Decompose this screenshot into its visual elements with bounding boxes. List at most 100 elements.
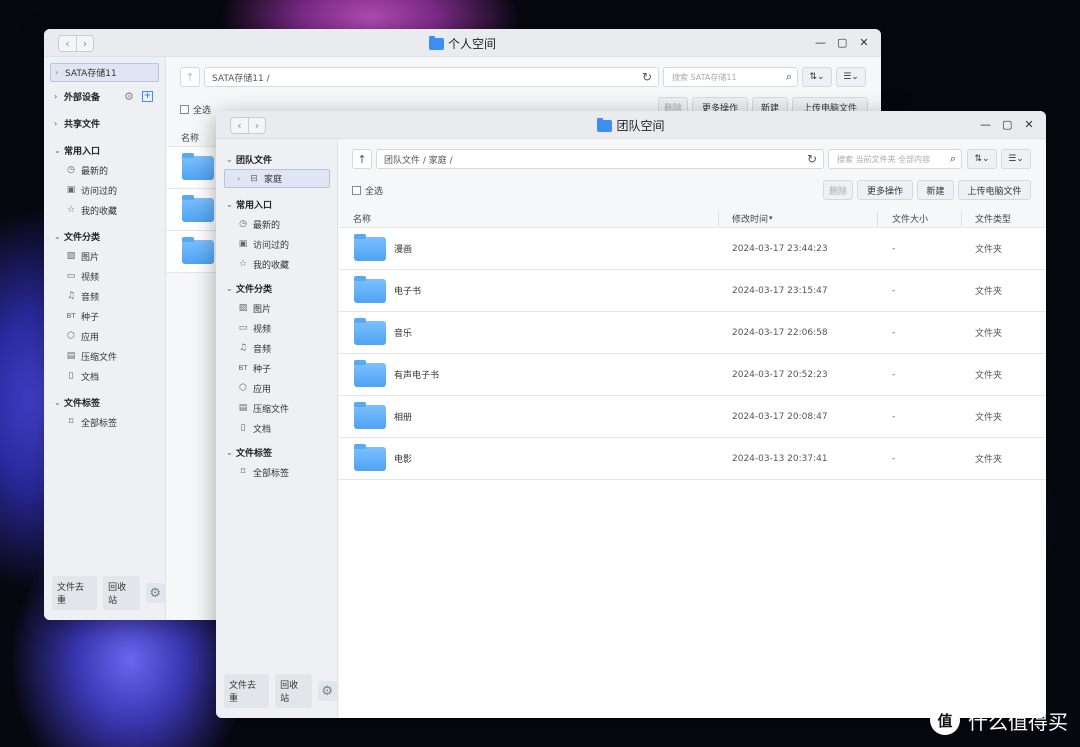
table-row[interactable]: 电影 2024-03-13 20:37:41 - 文件夹 [339,438,1046,480]
sidebar-item-archives[interactable]: ▤ 压缩文件 [44,346,165,366]
table-row[interactable]: 电子书 2024-03-17 23:15:47 - 文件夹 [339,270,1046,312]
window-title: 团队空间 [216,117,1046,134]
sidebar-item-sata[interactable]: › SATA存储11 [50,63,159,82]
sidebar-item-family[interactable]: › ⊟ 家庭 [224,169,330,188]
select-all[interactable]: 全选 [180,103,211,116]
file-name: 漫画 [394,245,413,255]
table-row[interactable]: 相册 2024-03-17 20:08:47 - 文件夹 [339,396,1046,438]
gear-icon[interactable]: ⚙ [124,90,134,103]
path-bar[interactable]: SATA存储11 / ↻ [204,67,659,87]
search-input[interactable]: 搜索 SATA存储11 ⌕ [663,67,798,87]
sidebar-item-apps[interactable]: ⬡ 应用 [44,326,165,346]
sidebar-item-label: 音频 [253,344,272,355]
file-modified: 2024-03-17 23:15:47 [732,285,828,296]
search-input[interactable]: 搜索 当前文件夹 全部内容 ⌕ [828,149,962,169]
sidebar-item-archives[interactable]: ▤ 压缩文件 [216,398,337,418]
sidebar: › SATA存储11 › 外部设备 ⚙ + › 共享文件 ⌄ 常用入口 ◷ 最新的… [44,57,166,620]
search-icon[interactable]: ⌕ [950,152,956,166]
sidebar-group-ext-devices[interactable]: › 外部设备 ⚙ + [44,86,165,106]
recycle-bin-button[interactable]: 回收站 [103,576,140,610]
recycle-bin-button[interactable]: 回收站 [275,674,312,708]
archive-icon: ▤ [66,351,76,361]
minimize-icon[interactable]: — [815,36,826,49]
team-folder-icon [597,117,613,132]
sidebar-group-team[interactable]: ⌄ 团队文件 [216,149,337,169]
sidebar-item-torrents[interactable]: BT 种子 [216,358,337,378]
new-button[interactable]: 新建 [917,180,954,200]
column-header-size[interactable]: 文件大小 [892,212,928,225]
maximize-icon[interactable]: ▢ [1002,118,1012,131]
sidebar-group-category[interactable]: ⌄ 文件分类 [44,226,165,246]
view-mode-button[interactable]: ☰⌄ [836,67,866,87]
sidebar-item-docs[interactable]: ▯ 文档 [216,418,337,438]
sidebar-item-images[interactable]: ▨ 图片 [44,246,165,266]
select-all-label: 全选 [193,106,212,116]
sidebar-item-label: 视频 [253,324,272,335]
sidebar-item-favorites[interactable]: ☆ 我的收藏 [216,254,337,274]
file-modified: 2024-03-17 22:06:58 [732,327,828,338]
file-type: 文件夹 [975,287,1003,297]
up-directory-button[interactable]: ↑ [352,149,372,169]
sidebar-item-torrents[interactable]: BT 种子 [44,306,165,326]
sidebar-item-audio[interactable]: ♫ 音频 [216,338,337,358]
path-bar[interactable]: 团队文件 / 家庭 / ↻ [376,149,824,169]
dedupe-button[interactable]: 文件去重 [224,674,270,708]
close-icon[interactable]: ✕ [1024,118,1034,131]
sidebar-item-all-tags[interactable]: ⌑ 全部标签 [216,462,337,482]
search-icon[interactable]: ⌕ [786,70,792,84]
sidebar-item-visited[interactable]: ▣ 访问过的 [216,234,337,254]
window-controls: — ▢ ✕ [815,36,869,49]
upload-button[interactable]: 上传电脑文件 [958,180,1031,200]
sidebar-item-images[interactable]: ▨ 图片 [216,298,337,318]
column-header-name[interactable]: 名称 [353,212,371,225]
sidebar-item-docs[interactable]: ▯ 文档 [44,366,165,386]
sidebar-item-recent[interactable]: ◷ 最新的 [44,160,165,180]
refresh-icon[interactable]: ↻ [807,152,817,166]
sidebar-item-favorites[interactable]: ☆ 我的收藏 [44,200,165,220]
sidebar-item-audio[interactable]: ♫ 音频 [44,286,165,306]
sidebar-group-tags[interactable]: ⌄ 文件标签 [216,442,337,462]
sidebar-item-visited[interactable]: ▣ 访问过的 [44,180,165,200]
more-actions-button[interactable]: 更多操作 [857,180,913,200]
sidebar-item-apps[interactable]: ⬡ 应用 [216,378,337,398]
folder-icon [182,152,214,180]
select-all-checkbox[interactable] [352,186,361,195]
add-icon[interactable]: + [142,90,153,102]
table-row[interactable]: 漫画 2024-03-17 23:44:23 - 文件夹 [339,228,1046,270]
sidebar-group-common[interactable]: ⌄ 常用入口 [216,194,337,214]
table-row[interactable]: 音乐 2024-03-17 22:06:58 - 文件夹 [339,312,1046,354]
table-row[interactable]: 有声电子书 2024-03-17 20:52:23 - 文件夹 [339,354,1046,396]
up-directory-button[interactable]: ↑ [180,67,200,87]
sort-button[interactable]: ⇅⌄ [967,149,997,169]
column-header-modified[interactable]: 修改时间 [732,212,768,225]
team-folder-outline-icon: ⊟ [250,173,258,184]
sidebar-item-videos[interactable]: ▭ 视频 [216,318,337,338]
view-mode-button[interactable]: ☰⌄ [1001,149,1031,169]
close-icon[interactable]: ✕ [859,36,869,49]
sort-desc-icon: ▾ [769,214,773,222]
maximize-icon[interactable]: ▢ [837,36,847,49]
sidebar-group-common[interactable]: ⌄ 常用入口 [44,140,165,160]
minimize-icon[interactable]: — [980,118,991,131]
file-modified: 2024-03-17 23:44:23 [732,243,828,254]
sidebar-group-tags[interactable]: ⌄ 文件标签 [44,392,165,412]
dedupe-button[interactable]: 文件去重 [52,576,98,610]
watermark-text: 什么值得买 [968,709,1068,734]
gear-icon[interactable]: ⚙ [145,583,166,603]
column-header-type[interactable]: 文件类型 [975,212,1011,225]
sidebar-group-category[interactable]: ⌄ 文件分类 [216,278,337,298]
list-view-icon: ☰⌄ [1008,154,1024,164]
gear-icon[interactable]: ⚙ [317,681,338,701]
file-modified: 2024-03-17 20:08:47 [732,411,828,422]
refresh-icon[interactable]: ↻ [642,70,652,84]
column-header-name[interactable]: 名称 [181,131,199,144]
sidebar-item-videos[interactable]: ▭ 视频 [44,266,165,286]
sidebar-group-shared[interactable]: › 共享文件 [44,113,165,133]
delete-button[interactable]: 删除 [823,180,853,200]
select-all[interactable]: 全选 [352,184,383,197]
select-all-checkbox[interactable] [180,105,189,114]
sidebar-item-all-tags[interactable]: ⌑ 全部标签 [44,412,165,432]
sidebar-item-recent[interactable]: ◷ 最新的 [216,214,337,234]
file-name: 音乐 [394,329,413,339]
sort-button[interactable]: ⇅⌄ [802,67,832,87]
